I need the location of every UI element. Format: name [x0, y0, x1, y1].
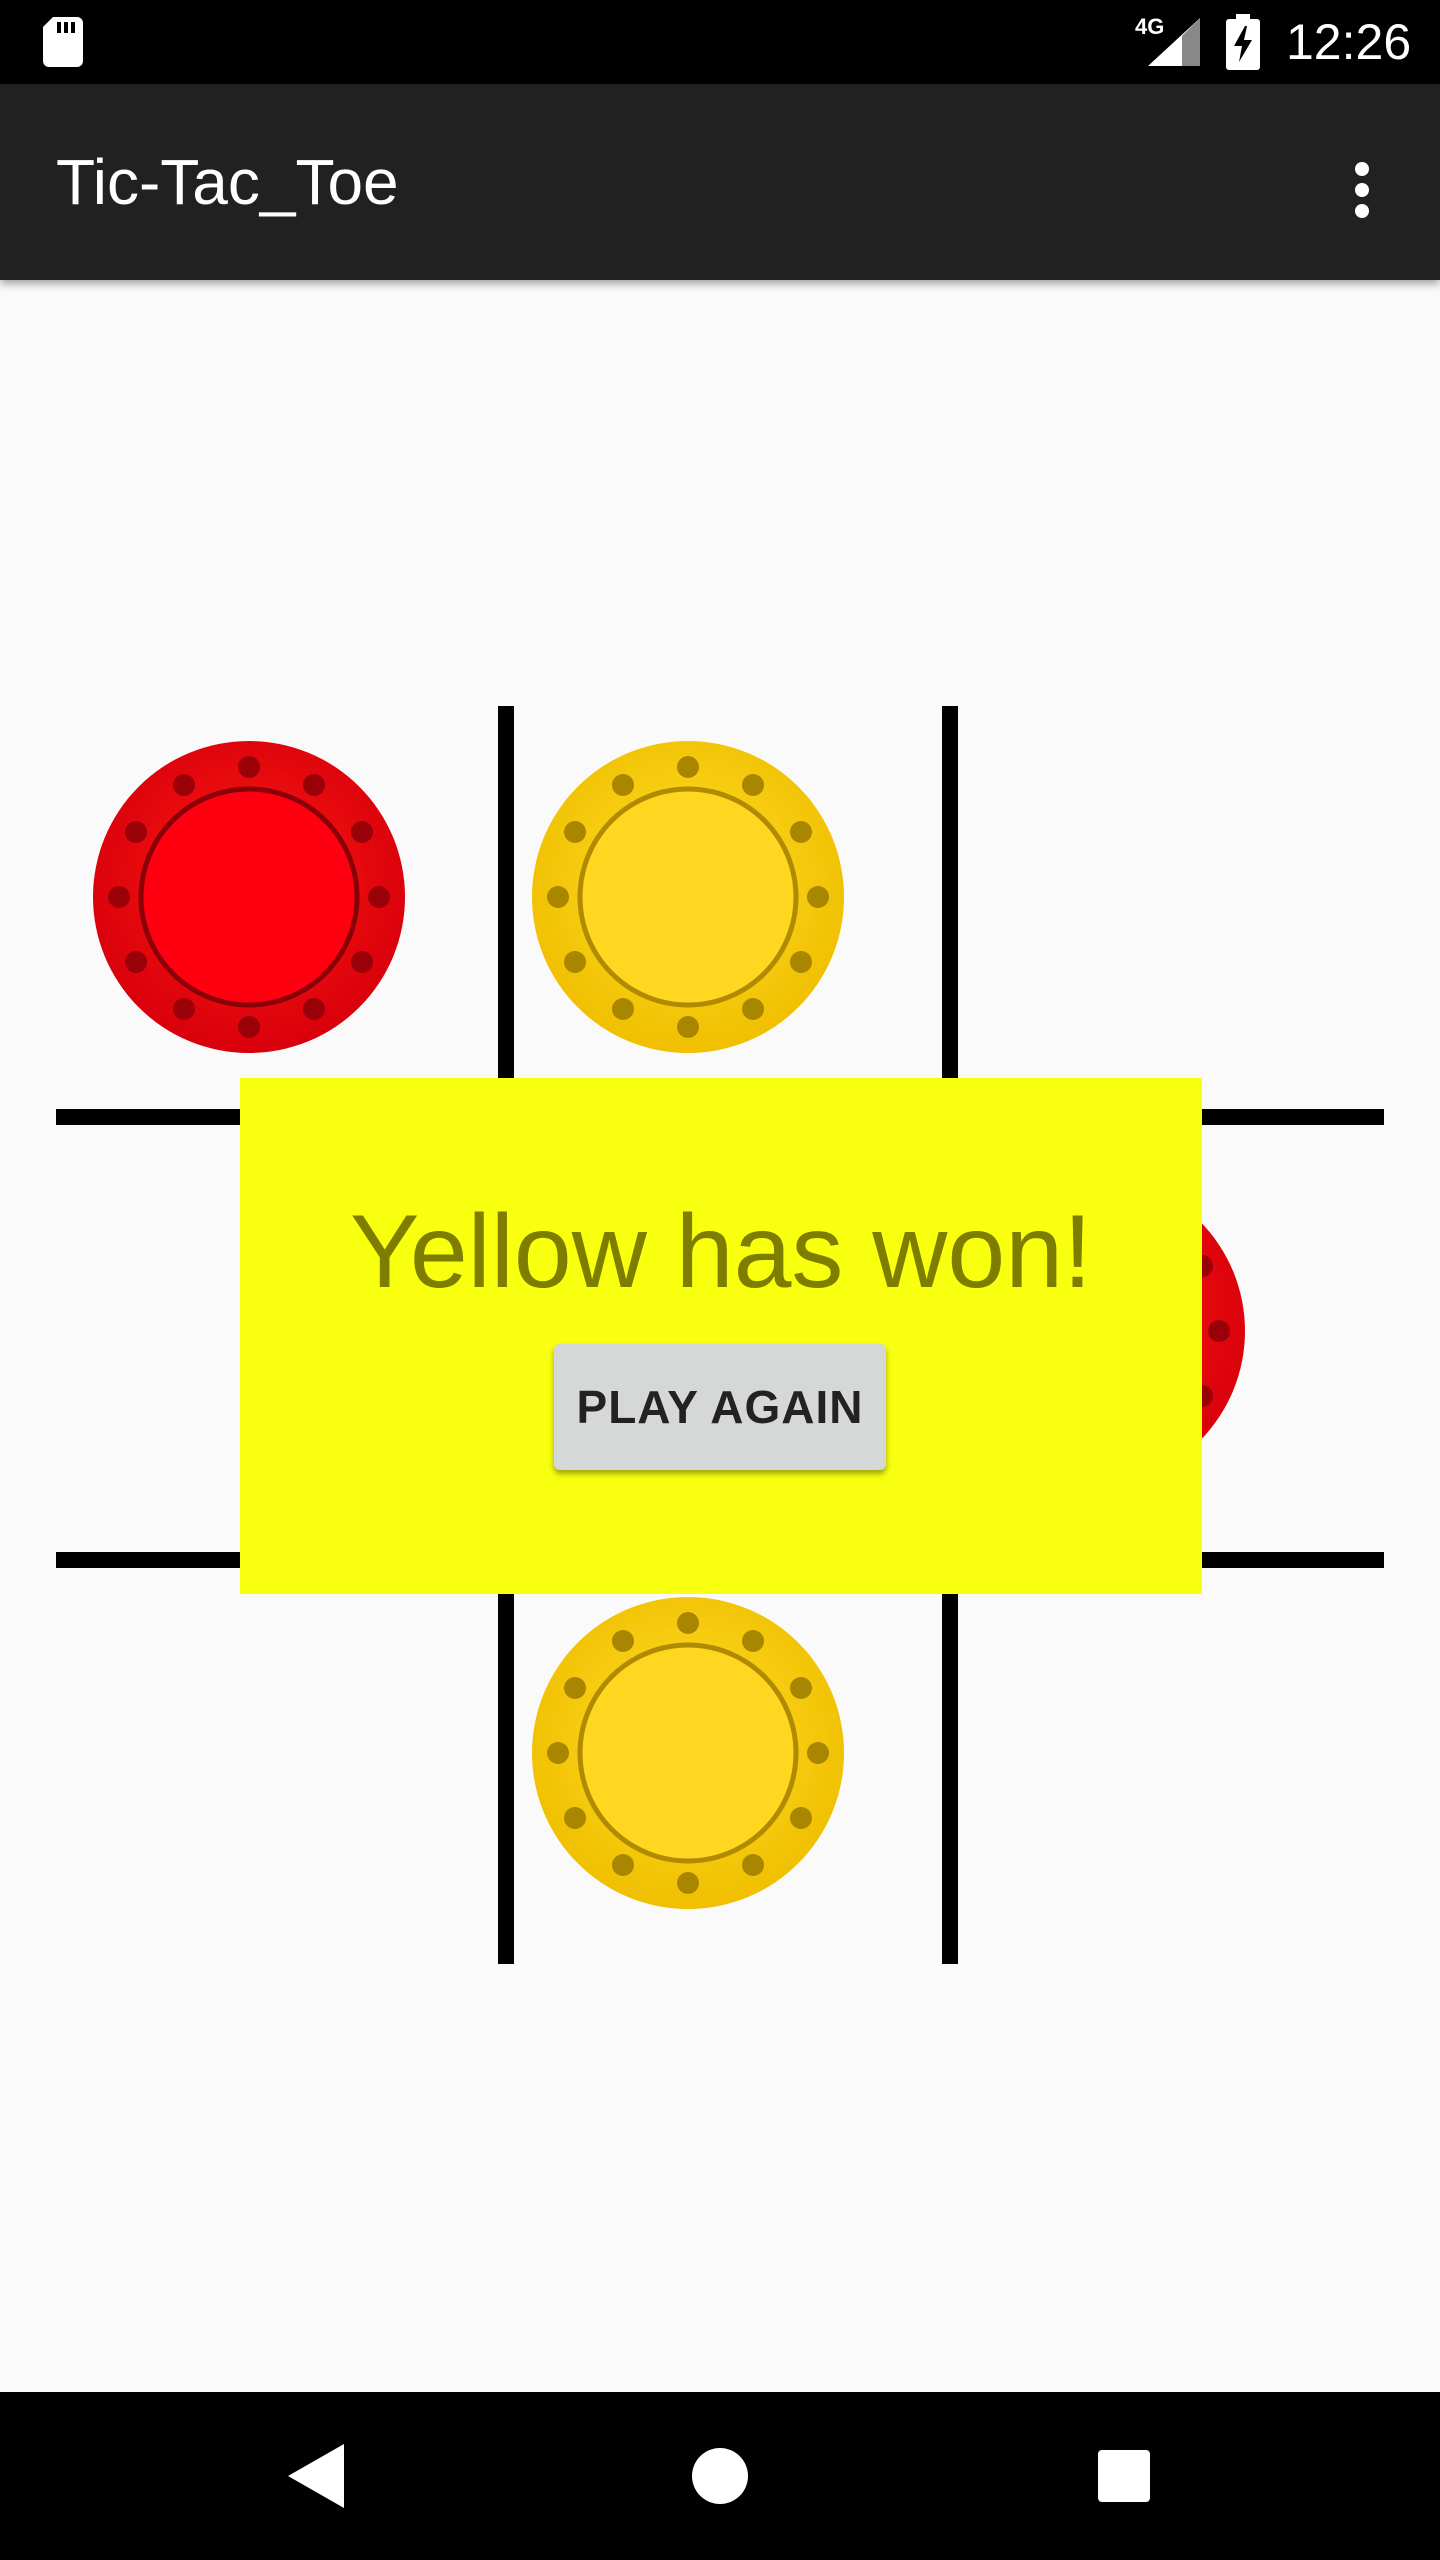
battery-charging-icon: [1226, 14, 1260, 70]
more-vert-icon[interactable]: [1340, 150, 1386, 230]
yellow-chip-cell-2[interactable]: [531, 740, 845, 1054]
recents-icon[interactable]: [1098, 2450, 1150, 2502]
app-title: Tic-Tac_Toe: [56, 146, 399, 218]
navigation-bar: [0, 2392, 1440, 2560]
clock: 12:26: [1286, 14, 1412, 70]
sd-card-icon: [43, 17, 83, 67]
red-chip-cell-1[interactable]: [92, 740, 406, 1054]
play-again-button[interactable]: PLAY AGAIN: [554, 1344, 886, 1470]
signal-icon: [1148, 18, 1200, 66]
home-icon[interactable]: [692, 2448, 748, 2504]
status-bar: 4G 12:26: [0, 0, 1440, 84]
win-dialog: Yellow has won! PLAY AGAIN: [240, 1078, 1202, 1594]
back-icon[interactable]: [288, 2444, 344, 2508]
win-message: Yellow has won!: [350, 1194, 1092, 1310]
app-bar: Tic-Tac_Toe: [0, 84, 1440, 280]
yellow-chip-cell-8[interactable]: [531, 1596, 845, 1910]
